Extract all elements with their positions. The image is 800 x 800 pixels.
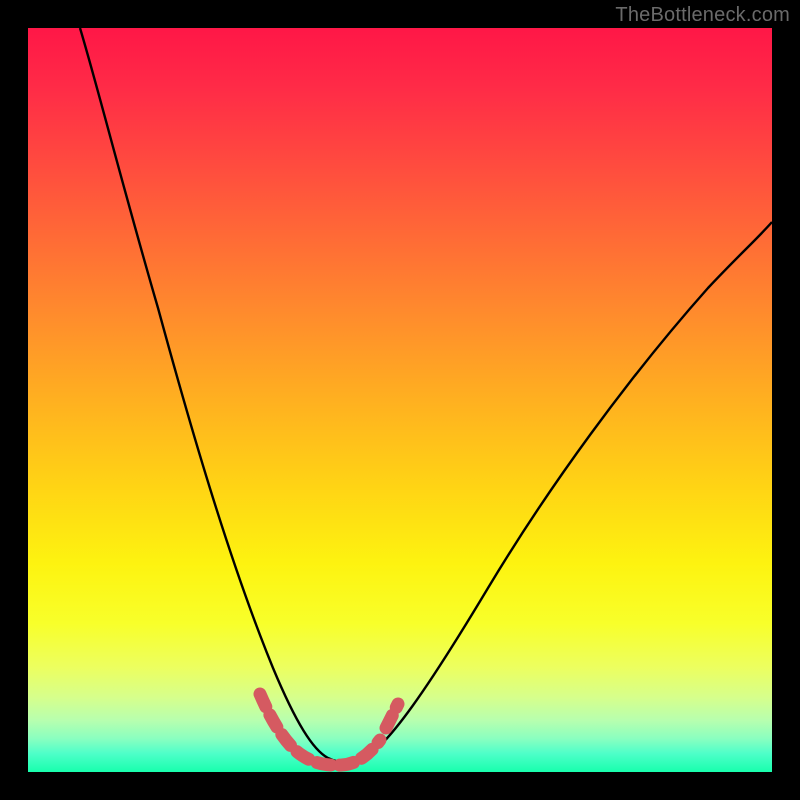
plot-area	[28, 28, 772, 772]
highlight-segment	[260, 694, 398, 765]
chart-frame: TheBottleneck.com	[0, 0, 800, 800]
curve-layer	[28, 28, 772, 772]
watermark-text: TheBottleneck.com	[615, 4, 790, 27]
bottleneck-curve	[80, 28, 772, 763]
